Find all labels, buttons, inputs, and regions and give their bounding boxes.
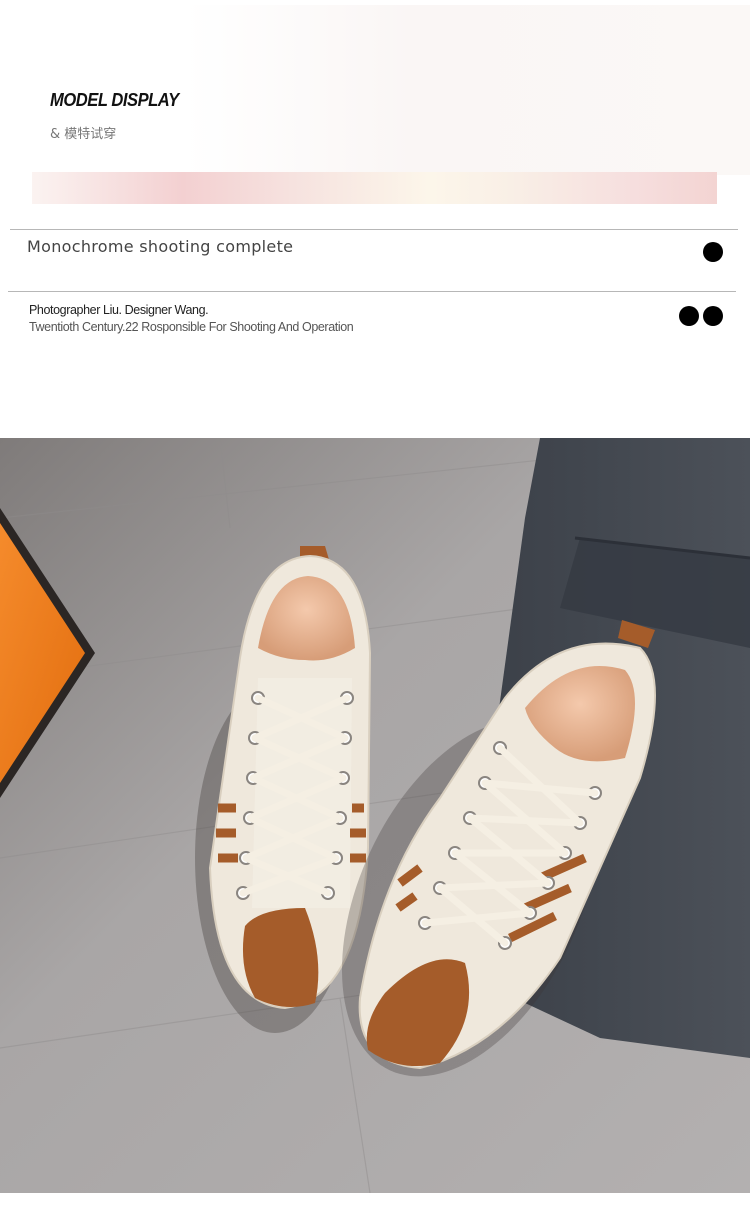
page-subtitle: & 模特试穿 [50, 127, 117, 142]
divider-bottom [8, 291, 736, 292]
divider-top [10, 229, 738, 230]
footer-space [0, 1193, 750, 1218]
product-photo [0, 438, 750, 1193]
page-title: MODEL DISPLAY [50, 90, 179, 110]
header-section: MODEL DISPLAY & 模特试穿 Monochrome shooting… [0, 0, 750, 438]
credit-line-operation: Twentioth Century.22 Rosponsible For Sho… [29, 320, 354, 334]
gradient-banner [32, 172, 717, 204]
credit-line-photographer: Photographer Liu. Designer Wang. [29, 303, 209, 317]
background-glow [185, 5, 750, 175]
section-heading: Monochrome shooting complete [27, 237, 294, 256]
dot-icon [703, 306, 723, 326]
dot-icon [679, 306, 699, 326]
dot-icon [703, 242, 723, 262]
